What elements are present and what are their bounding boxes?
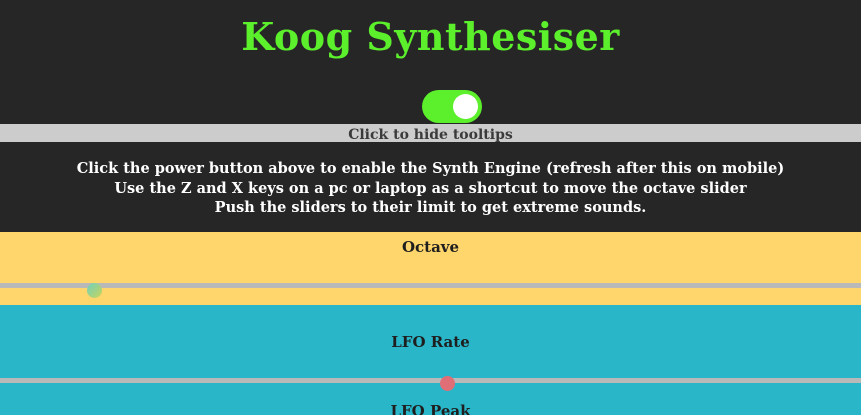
- hide-tooltips-label: Click to hide tooltips: [348, 127, 513, 143]
- octave-panel: Octave: [0, 232, 861, 305]
- octave-slider-thumb[interactable]: [87, 283, 102, 298]
- hide-tooltips-button[interactable]: Click to hide tooltips: [0, 124, 861, 143]
- octave-label: Octave: [401, 238, 460, 256]
- synth-page: Koog Synthesiser Click to hide tooltips …: [0, 0, 861, 415]
- octave-slider-track[interactable]: [0, 283, 861, 288]
- instruction-line: Click the power button above to enable t…: [76, 160, 785, 177]
- app-title: Koog Synthesiser: [241, 14, 620, 59]
- lfo-peak-label: LFO Peak: [390, 402, 471, 415]
- lfo-panel: LFO Rate LFO Peak: [0, 305, 861, 415]
- header: Koog Synthesiser: [0, 0, 861, 124]
- power-toggle-knob: [453, 94, 478, 119]
- lfo-rate-slider-thumb[interactable]: [440, 376, 455, 391]
- instruction-line: Push the sliders to their limit to get e…: [214, 199, 647, 216]
- power-toggle[interactable]: [422, 90, 482, 123]
- instruction-line: Use the Z and X keys on a pc or laptop a…: [114, 179, 747, 197]
- instructions-panel: Click the power button above to enable t…: [0, 142, 861, 232]
- lfo-rate-label: LFO Rate: [391, 333, 470, 351]
- lfo-rate-slider-track[interactable]: [0, 378, 861, 383]
